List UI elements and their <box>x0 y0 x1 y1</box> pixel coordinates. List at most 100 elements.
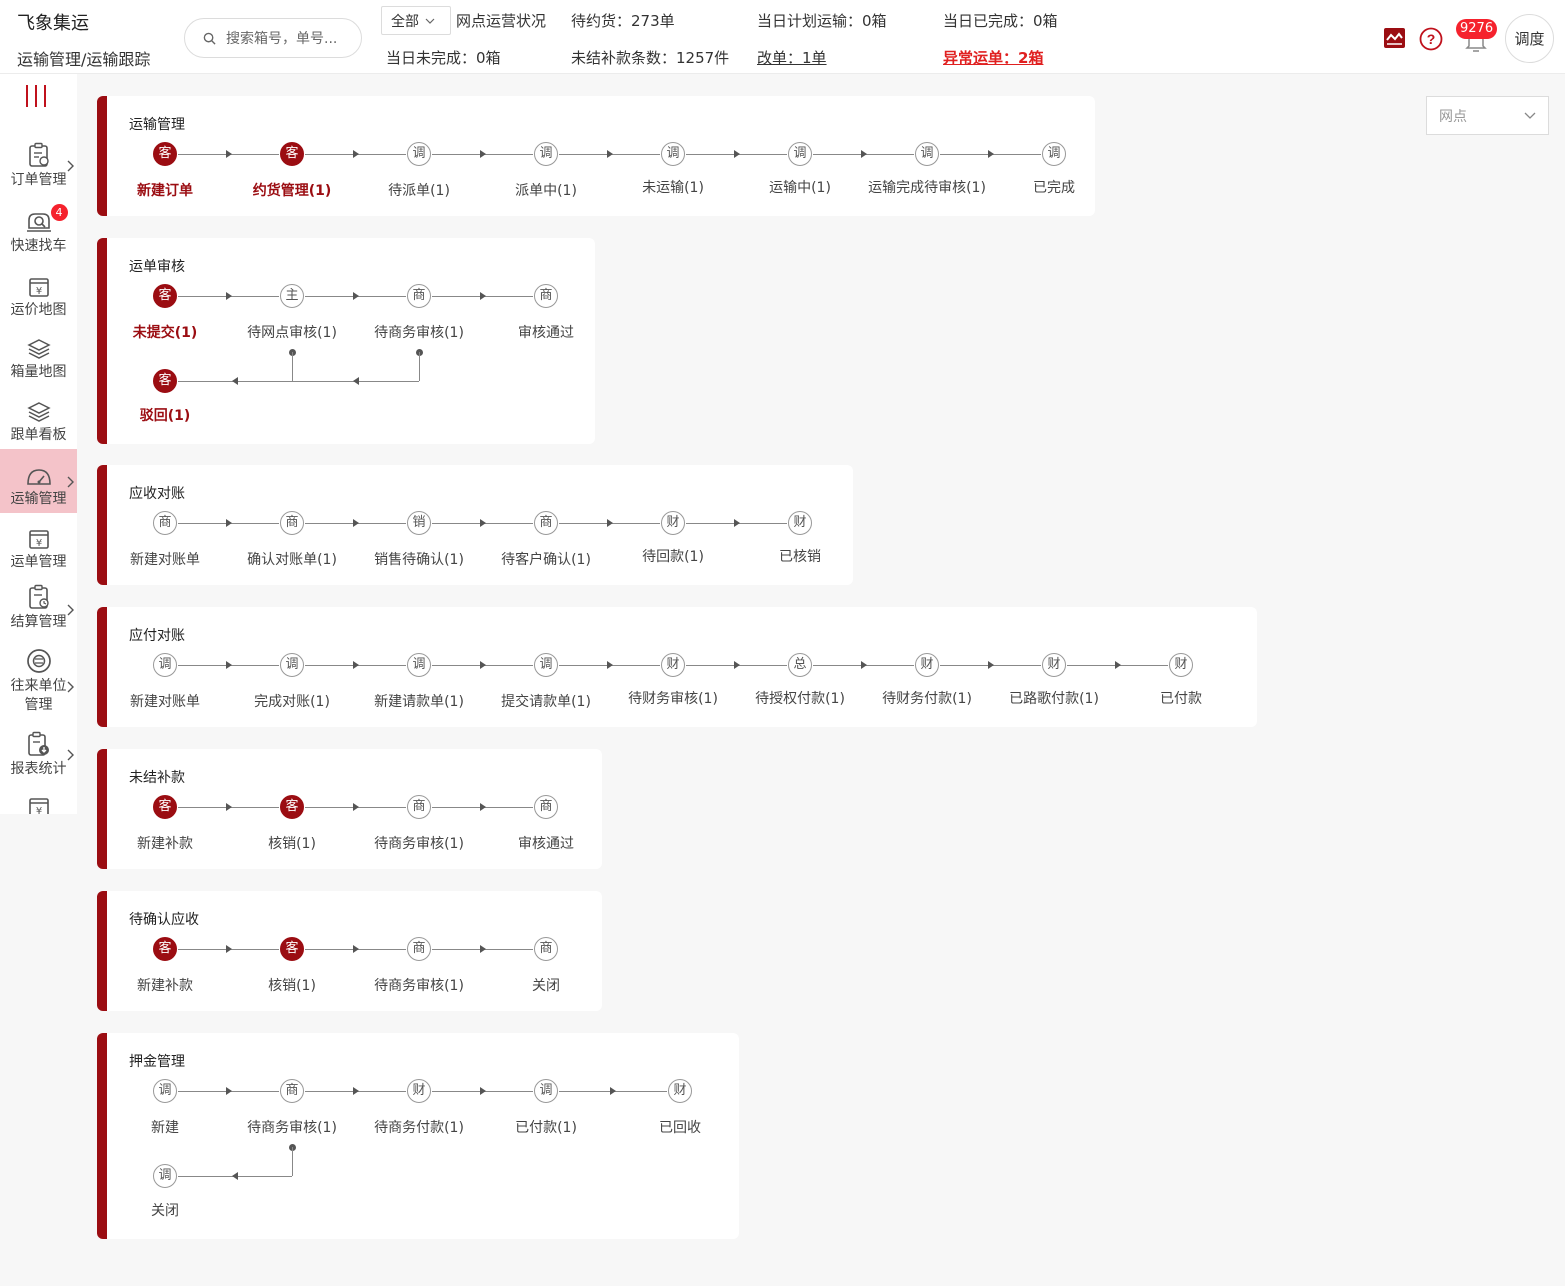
flow-step-label[interactable]: 提交请款单(1) <box>476 691 616 711</box>
flow-step-node[interactable]: 财 <box>1042 653 1066 677</box>
flow-step-label[interactable]: 已核销 <box>730 546 870 566</box>
flow-return-label[interactable]: 关闭 <box>95 1200 235 1220</box>
sidebar-item-order-management[interactable]: 订单管理 <box>0 140 77 190</box>
flow-step-label[interactable]: 已路歌付款(1) <box>984 688 1124 708</box>
flow-step-node[interactable]: 调 <box>915 142 939 166</box>
flow-step-node[interactable]: 调 <box>153 1079 177 1103</box>
flow-step-label[interactable]: 待商务审核(1) <box>349 833 489 853</box>
flow-step-node[interactable]: 销 <box>407 511 431 535</box>
flow-step-node[interactable]: 财 <box>668 1079 692 1103</box>
flow-step-node[interactable]: 客 <box>153 795 177 819</box>
flow-step-node[interactable]: 财 <box>661 653 685 677</box>
stat-pending-pickup[interactable]: 待约货：273单 <box>571 10 675 31</box>
flow-step-node[interactable]: 调 <box>407 653 431 677</box>
flow-step-label[interactable]: 新建订单 <box>95 180 235 200</box>
flow-step-node[interactable]: 调 <box>407 142 431 166</box>
flow-step-label[interactable]: 待派单(1) <box>349 180 489 200</box>
flow-step-node[interactable]: 客 <box>280 795 304 819</box>
flow-step-label[interactable]: 审核通过 <box>476 833 616 853</box>
flow-step-node[interactable]: 财 <box>407 1079 431 1103</box>
flow-step-label[interactable]: 待商务审核(1) <box>222 1117 362 1137</box>
flow-step-label[interactable]: 待财务审核(1) <box>603 688 743 708</box>
flow-step-label[interactable]: 新建对账单 <box>95 549 235 569</box>
flow-step-node[interactable]: 调 <box>534 142 558 166</box>
flow-step-node[interactable]: 调 <box>788 142 812 166</box>
flow-step-label[interactable]: 新建补款 <box>95 975 235 995</box>
flow-step-label[interactable]: 完成对账(1) <box>222 691 362 711</box>
trend-chart-icon[interactable] <box>1383 27 1405 49</box>
network-filter-select[interactable]: 网点 <box>1426 96 1549 135</box>
sidebar-item-waybill-management[interactable]: ¥ 运单管理 <box>0 522 77 572</box>
flow-step-label[interactable]: 待商务审核(1) <box>349 322 489 342</box>
flow-step-node[interactable]: 调 <box>280 653 304 677</box>
flow-step-label[interactable]: 待授权付款(1) <box>730 688 870 708</box>
flow-step-label[interactable]: 已付款 <box>1111 688 1251 708</box>
flow-step-node[interactable]: 商 <box>534 795 558 819</box>
flow-step-node[interactable]: 商 <box>407 284 431 308</box>
flow-step-node[interactable]: 客 <box>153 284 177 308</box>
flow-step-node[interactable]: 商 <box>280 511 304 535</box>
flow-step-node[interactable]: 主 <box>280 284 304 308</box>
flow-step-node[interactable]: 调 <box>534 1079 558 1103</box>
flow-step-label[interactable]: 审核通过 <box>476 322 616 342</box>
flow-step-label[interactable]: 核销(1) <box>222 833 362 853</box>
flow-step-label[interactable]: 待回款(1) <box>603 546 743 566</box>
flow-step-node[interactable]: 财 <box>915 653 939 677</box>
flow-step-label[interactable]: 约货管理(1) <box>222 180 362 200</box>
sidebar-item-box-map[interactable]: 箱量地图 <box>0 332 77 382</box>
flow-step-node[interactable]: 调 <box>1042 142 1066 166</box>
flow-step-node[interactable]: 财 <box>661 511 685 535</box>
stat-unfinished-today[interactable]: 当日未完成：0箱 <box>386 47 501 68</box>
sidebar-item-tracking-board[interactable]: 跟单看板 <box>0 395 77 445</box>
dispatch-button[interactable]: 调度 <box>1505 14 1554 63</box>
network-status-link[interactable]: 网点运营状况 <box>456 10 546 31</box>
flow-step-label[interactable]: 待客户确认(1) <box>476 549 616 569</box>
flow-step-node[interactable]: 商 <box>280 1079 304 1103</box>
sidebar-item-reports[interactable]: 报表统计 <box>0 729 77 779</box>
flow-step-label[interactable]: 已回收 <box>610 1117 750 1137</box>
flow-step-label[interactable]: 运输完成待审核(1) <box>857 177 997 197</box>
scope-filter-select[interactable]: 全部 <box>381 6 451 35</box>
flow-step-label[interactable]: 新建补款 <box>95 833 235 853</box>
flow-step-node[interactable]: 财 <box>788 511 812 535</box>
menu-toggle-icon[interactable] <box>24 84 48 112</box>
flow-step-label[interactable]: 确认对账单(1) <box>222 549 362 569</box>
stat-modified-orders[interactable]: 改单：1单 <box>757 47 827 68</box>
search-input[interactable]: 搜索箱号，单号... <box>184 18 362 58</box>
flow-step-node[interactable]: 调 <box>534 653 558 677</box>
flow-step-node[interactable]: 商 <box>534 937 558 961</box>
flow-step-label[interactable]: 派单中(1) <box>476 180 616 200</box>
flow-step-label[interactable]: 待财务付款(1) <box>857 688 997 708</box>
flow-step-label[interactable]: 运输中(1) <box>730 177 870 197</box>
help-icon[interactable]: ? <box>1419 27 1443 51</box>
flow-step-label[interactable]: 销售待确认(1) <box>349 549 489 569</box>
flow-return-node[interactable]: 客 <box>153 369 177 393</box>
flow-step-node[interactable]: 调 <box>153 653 177 677</box>
flow-step-label[interactable]: 新建请款单(1) <box>349 691 489 711</box>
flow-step-node[interactable]: 客 <box>153 937 177 961</box>
flow-step-node[interactable]: 调 <box>661 142 685 166</box>
flow-step-label[interactable]: 待商务审核(1) <box>349 975 489 995</box>
flow-step-label[interactable]: 已付款(1) <box>476 1117 616 1137</box>
stat-unsettled-subsidy[interactable]: 未结补款条数：1257件 <box>571 47 729 68</box>
flow-step-label[interactable]: 新建 <box>95 1117 235 1137</box>
sidebar-item-transport-management[interactable]: 运输管理 <box>0 449 77 513</box>
flow-step-node[interactable]: 商 <box>534 284 558 308</box>
flow-step-label[interactable]: 核销(1) <box>222 975 362 995</box>
flow-step-node[interactable]: 客 <box>153 142 177 166</box>
sidebar-item-quick-find-truck[interactable]: 4 快速找车 <box>0 204 77 256</box>
flow-step-label[interactable]: 未运输(1) <box>603 177 743 197</box>
flow-step-node[interactable]: 商 <box>534 511 558 535</box>
flow-step-node[interactable]: 总 <box>788 653 812 677</box>
sidebar-item-price-map[interactable]: ¥ 运价地图 <box>0 270 77 320</box>
flow-step-label[interactable]: 未提交(1) <box>95 322 235 342</box>
stat-abnormal-orders[interactable]: 异常运单：2箱 <box>943 47 1043 68</box>
flow-step-label[interactable]: 待商务付款(1) <box>349 1117 489 1137</box>
sidebar-item-partial[interactable]: ¥ <box>0 796 77 814</box>
flow-return-node[interactable]: 调 <box>153 1164 177 1188</box>
flow-step-node[interactable]: 商 <box>407 795 431 819</box>
flow-step-node[interactable]: 财 <box>1169 653 1193 677</box>
flow-step-label[interactable]: 新建对账单 <box>95 691 235 711</box>
sidebar-item-settlement-management[interactable]: 结算管理 <box>0 582 77 632</box>
flow-return-label[interactable]: 驳回(1) <box>95 405 235 425</box>
